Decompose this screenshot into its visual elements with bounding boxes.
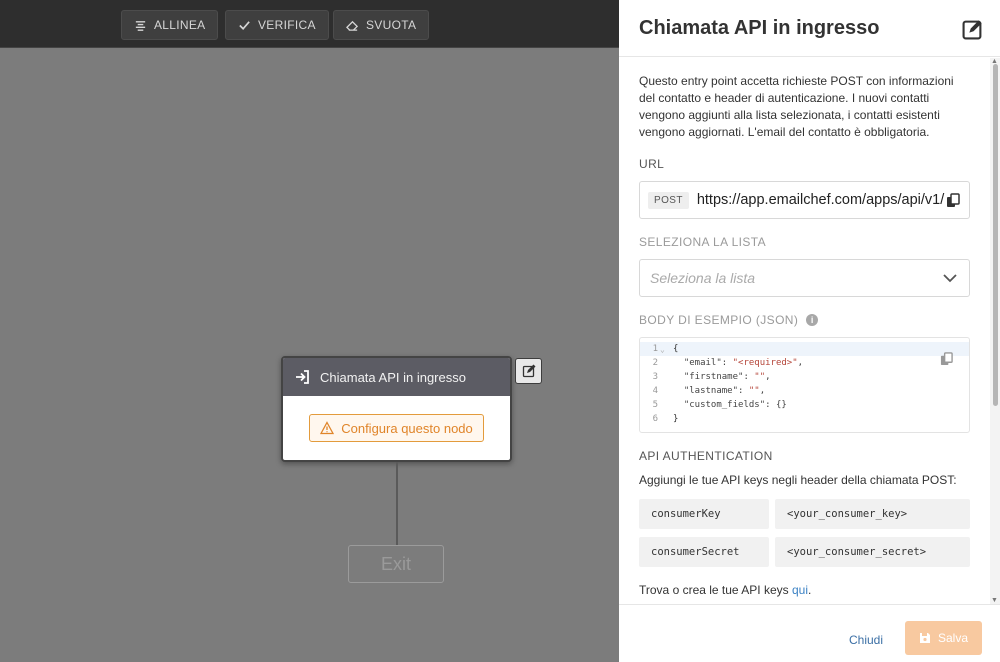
verify-label: VERIFICA <box>258 18 316 32</box>
edit-icon[interactable] <box>962 19 983 40</box>
header-row: consumerKey <your_consumer_key> <box>639 499 970 529</box>
copy-icon[interactable] <box>946 193 960 208</box>
exit-label: Exit <box>380 553 411 574</box>
align-button[interactable]: ALLINEA <box>121 10 219 40</box>
code-line: 5 "custom_fields": {} <box>652 400 787 410</box>
check-icon <box>239 20 250 30</box>
code-line: 1 ⌄{ <box>640 342 969 356</box>
panel-scrollbar[interactable]: ▲ ▼ <box>990 58 1000 604</box>
verify-button[interactable]: VERIFICA <box>225 10 329 40</box>
configure-node-label: Configura questo nodo <box>341 420 473 436</box>
clear-label: SVUOTA <box>366 18 417 32</box>
url-label: URL <box>639 157 665 171</box>
code-line: 3 "firstname": "", <box>652 372 771 382</box>
url-value[interactable]: https://app.emailchef.com/apps/api/v1/ <box>697 192 945 208</box>
header-value[interactable]: <your_consumer_key> <box>775 499 970 529</box>
chevron-down-icon <box>943 274 957 283</box>
scrollbar-thumb[interactable] <box>993 64 998 406</box>
list-label: SELEZIONA LA LISTA <box>639 235 767 249</box>
align-icon <box>135 20 146 31</box>
canvas-toolbar: ALLINEA VERIFICA SVUOTA <box>0 0 619 48</box>
save-button[interactable]: Salva <box>905 621 982 655</box>
header-row: consumerSecret <your_consumer_secret> <box>639 537 970 567</box>
node-header: Chiamata API in ingresso <box>283 358 510 396</box>
copy-icon[interactable] <box>940 352 953 366</box>
close-button[interactable]: Chiudi <box>849 633 883 647</box>
warning-icon <box>320 421 335 435</box>
node-connector <box>396 462 398 546</box>
node-body: Configura questo nodo <box>283 396 510 460</box>
code-line: 2 "email": "<required>", <box>652 358 804 368</box>
scroll-down-icon[interactable]: ▼ <box>991 597 998 604</box>
panel-body[interactable]: Questo entry point accetta richieste POS… <box>619 58 1000 604</box>
body-label: BODY DI ESEMPIO (JSON) <box>639 313 799 327</box>
node-settings-panel: Chiamata API in ingresso Questo entry po… <box>619 0 1000 662</box>
api-keys-link[interactable]: qui <box>792 583 808 597</box>
header-key[interactable]: consumerSecret <box>639 537 769 567</box>
api-entry-node[interactable]: Chiamata API in ingresso Configura quest… <box>281 356 512 462</box>
flow-canvas[interactable]: ALLINEA VERIFICA SVUOTA Chiamata API in … <box>0 0 619 662</box>
save-icon <box>919 633 930 643</box>
api-keys-hint: Trova o crea le tue API keys qui. <box>639 583 812 597</box>
auth-label: API AUTHENTICATION <box>639 449 773 463</box>
code-line: 4 "lastname": "", <box>652 386 766 396</box>
align-label: ALLINEA <box>154 18 206 32</box>
panel-description: Questo entry point accetta richieste POS… <box>639 74 954 139</box>
info-icon[interactable]: i <box>806 314 819 326</box>
clear-button[interactable]: SVUOTA <box>333 10 430 40</box>
list-select[interactable]: Seleziona la lista <box>639 259 970 297</box>
save-label: Salva <box>937 631 969 645</box>
auth-description: Aggiungi le tue API keys negli header de… <box>639 473 957 487</box>
edit-icon <box>522 364 535 378</box>
json-code-editor[interactable]: 1 ⌄{ 2 "email": "<required>", 3 "firstnam… <box>639 337 970 433</box>
sign-in-icon <box>296 370 309 384</box>
header-key[interactable]: consumerKey <box>639 499 769 529</box>
method-badge: POST <box>648 191 689 209</box>
panel-header: Chiamata API in ingresso <box>619 0 1000 57</box>
configure-node-button[interactable]: Configura questo nodo <box>309 414 484 442</box>
eraser-icon <box>346 20 359 31</box>
node-edit-button[interactable] <box>515 358 542 384</box>
panel-footer: Chiudi Salva <box>619 604 1000 662</box>
panel-title: Chiamata API in ingresso <box>639 16 880 39</box>
node-title: Chiamata API in ingresso <box>320 369 466 385</box>
url-field[interactable]: POST https://app.emailchef.com/apps/api/… <box>639 181 970 219</box>
code-line: 6} <box>652 414 679 424</box>
header-value[interactable]: <your_consumer_secret> <box>775 537 970 567</box>
exit-node[interactable]: Exit <box>348 545 444 583</box>
list-placeholder: Seleziona la lista <box>650 270 756 286</box>
body-label-row: BODY DI ESEMPIO (JSON) i <box>639 313 970 327</box>
